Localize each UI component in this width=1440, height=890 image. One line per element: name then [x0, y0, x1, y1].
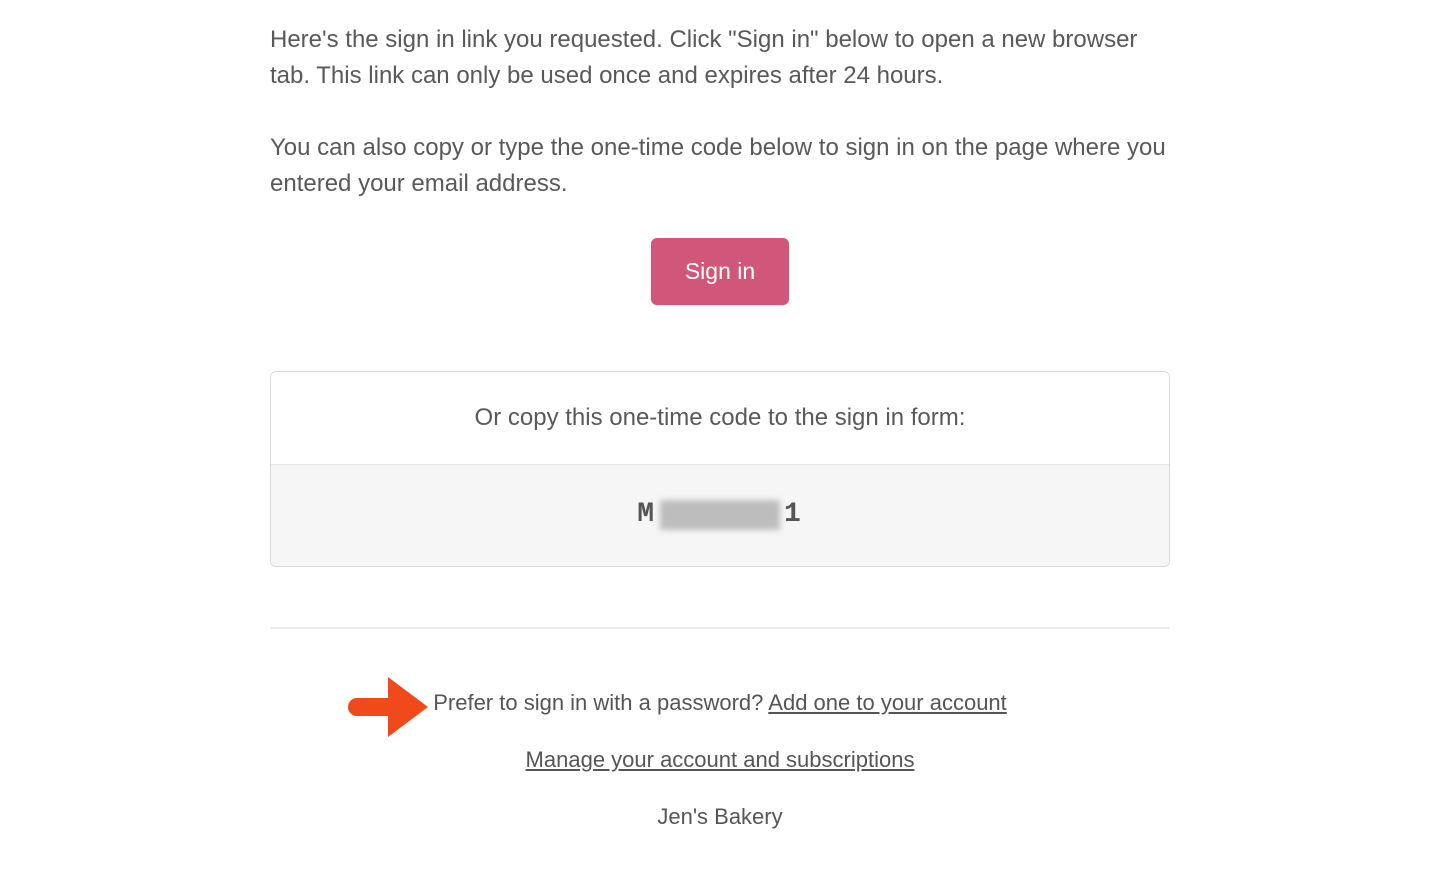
email-body: Here's the sign in link you requested. C…: [270, 0, 1170, 835]
section-divider: [270, 627, 1170, 629]
code-obscured-block: [660, 500, 780, 530]
code-box-header: Or copy this one-time code to the sign i…: [271, 372, 1169, 465]
footer-section: Prefer to sign in with a password? Add o…: [270, 685, 1170, 835]
one-time-code-box: Or copy this one-time code to the sign i…: [270, 371, 1170, 567]
button-row: Sign in: [270, 238, 1170, 305]
add-password-link[interactable]: Add one to your account: [768, 690, 1007, 715]
code-box-body: M 1: [271, 465, 1169, 566]
signin-button[interactable]: Sign in: [651, 238, 789, 305]
intro-copy: Here's the sign in link you requested. C…: [270, 22, 1170, 202]
intro-paragraph-2: You can also copy or type the one-time c…: [270, 130, 1170, 202]
arrow-right-icon: [340, 671, 432, 751]
password-prompt-text: Prefer to sign in with a password?: [433, 690, 768, 715]
code-prefix: M: [637, 499, 656, 530]
one-time-code-value: M 1: [637, 499, 803, 530]
manage-account-link[interactable]: Manage your account and subscriptions: [526, 747, 915, 772]
code-suffix: 1: [784, 499, 803, 530]
intro-paragraph-1: Here's the sign in link you requested. C…: [270, 22, 1170, 94]
brand-name: Jen's Bakery: [270, 799, 1170, 834]
